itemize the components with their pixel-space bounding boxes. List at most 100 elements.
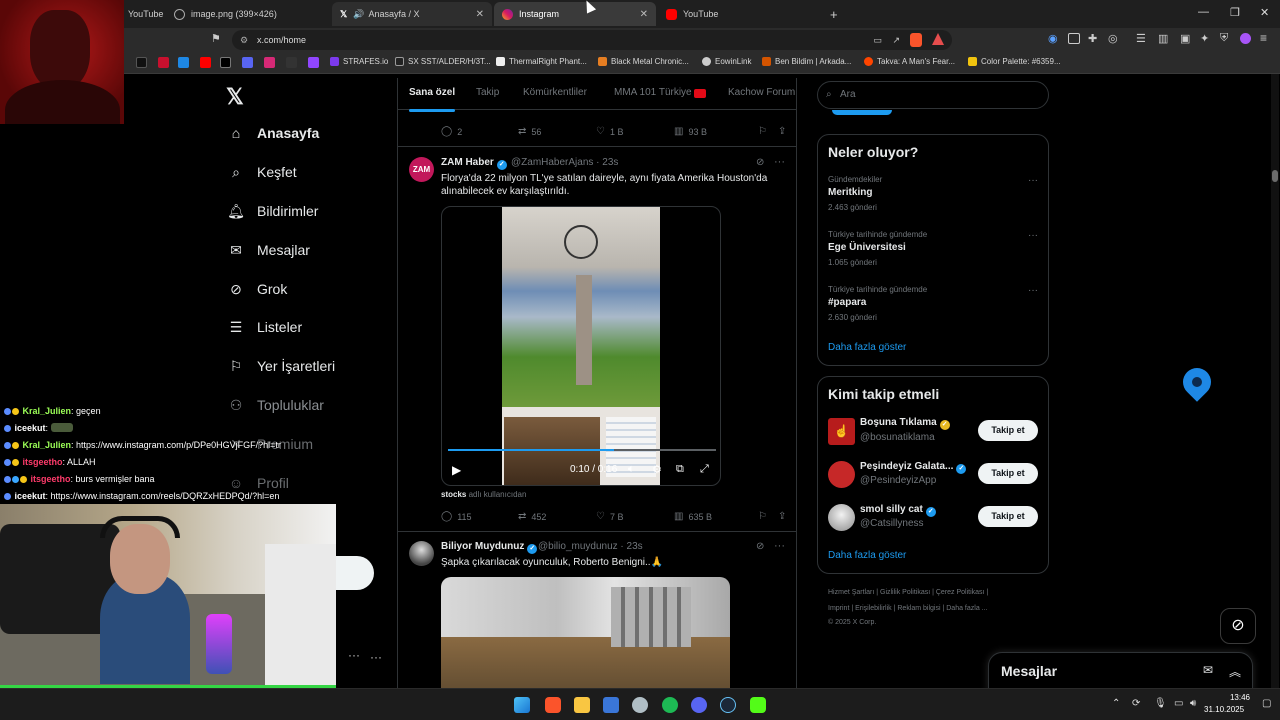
instagram-icon[interactable]	[264, 57, 275, 68]
page-scrollbar[interactable]	[1271, 74, 1279, 688]
bookmark-item[interactable]: SX SST/ALDER/H/3T...	[395, 57, 491, 66]
tab-youtube-1[interactable]: YouTube	[120, 2, 163, 26]
minimize-icon[interactable]: —	[1198, 6, 1209, 18]
bookmark-item[interactable]: Black Metal Chronic...	[598, 57, 689, 66]
tweet-author[interactable]: ZAM Haber ✓	[441, 157, 510, 170]
app-icon[interactable]	[632, 697, 648, 713]
nav-notifications[interactable]: 🔔︎ Bildirimler	[227, 203, 318, 220]
share-button[interactable]: ⇪	[778, 126, 791, 137]
audio-playing-icon[interactable]: ◉	[1048, 32, 1058, 45]
retweet-button[interactable]: ⇄ 56	[518, 126, 596, 137]
tab-list[interactable]: Kachow Forum	[728, 87, 795, 98]
share-icon[interactable]: ↗	[892, 30, 900, 50]
tab-list[interactable]: MMA 101 Türkiye	[614, 87, 692, 98]
close-tab-icon[interactable]: ✕	[640, 9, 648, 20]
windows-start-icon[interactable]	[514, 697, 530, 713]
settings-icon[interactable]: ⚙	[652, 463, 662, 476]
maximize-icon[interactable]: ❐	[1230, 6, 1240, 19]
nav-messages[interactable]: ✉ Mesajlar	[228, 242, 310, 259]
tweet-more-icon[interactable]: ···	[774, 540, 785, 552]
follow-name[interactable]: Peşindeyiz Galata... ✓	[860, 461, 969, 474]
x-logo-icon[interactable]	[220, 57, 231, 68]
wallet-icon[interactable]: ▣	[1180, 32, 1190, 45]
bookmark-favicon[interactable]	[286, 57, 297, 68]
bookmark-item[interactable]: Ben Bildim | Arkada...	[762, 57, 851, 66]
views-button[interactable]: ▥ 93 B	[674, 126, 758, 137]
messages-drawer[interactable]: Mesajlar ✉ ︽	[988, 652, 1253, 692]
follow-button[interactable]: Takip et	[978, 463, 1038, 484]
close-window-icon[interactable]: ✕	[1260, 6, 1269, 19]
bookmark-favicon[interactable]	[178, 57, 189, 68]
tab-instagram[interactable]: Instagram ✕	[494, 2, 656, 26]
tiktok-icon[interactable]	[136, 57, 147, 68]
trend-more-icon[interactable]: ···	[1028, 175, 1038, 186]
kick-icon[interactable]	[750, 697, 766, 713]
retweet-button[interactable]: ⇄ 452	[518, 511, 596, 522]
leo-ai-icon[interactable]: ✦	[1200, 32, 1209, 45]
brave-rewards-icon[interactable]	[932, 33, 944, 45]
bookmark-tweet-button[interactable]: ⚐	[758, 126, 778, 137]
tab-image[interactable]: image.png (399×426)	[166, 2, 332, 26]
tweet-more-icon[interactable]: ···	[774, 156, 785, 168]
nav-lists[interactable]: ☰ Listeler	[228, 319, 302, 336]
bookmark-item[interactable]: STRAFES.io	[330, 57, 388, 66]
trends-show-more-link[interactable]: Daha fazla göster	[828, 342, 906, 353]
premium-cta-button[interactable]	[832, 110, 892, 115]
tab-x-home[interactable]: 𝕏 🔊 Anasayfa / X ✕	[332, 2, 492, 26]
brave-browser-icon[interactable]	[545, 697, 561, 713]
bookmark-page-icon[interactable]: ⚑	[211, 32, 221, 45]
reading-list-icon[interactable]: ☰	[1136, 32, 1146, 45]
trend-name[interactable]: Meritking	[828, 187, 872, 198]
avatar[interactable]	[828, 504, 855, 531]
camera-icon[interactable]: ◎	[1108, 32, 1118, 45]
tweet-handle[interactable]: @bilio_muydunuz · 23s	[538, 541, 643, 552]
tab-list[interactable]: Kömürkentliler	[523, 87, 587, 98]
volume-tray-icon[interactable]: 🔊︎	[1190, 698, 1196, 709]
bookmark-item[interactable]: Color Palette: #6359...	[968, 57, 1061, 66]
file-explorer-icon[interactable]	[574, 697, 590, 713]
nav-explore[interactable]: ⌕ Keşfet	[228, 164, 297, 181]
twitch-icon[interactable]	[308, 57, 319, 68]
avatar[interactable]: ☝	[828, 418, 855, 445]
tab-following[interactable]: Takip	[476, 87, 499, 98]
trend-more-icon[interactable]: ···	[1028, 285, 1038, 296]
share-button[interactable]: ⇪	[778, 511, 791, 522]
puzzle-icon[interactable]: ✚	[1088, 32, 1097, 45]
volume-icon[interactable]: 🔈︎	[628, 463, 635, 476]
views-button[interactable]: ▥ 635 B	[674, 511, 758, 522]
like-button[interactable]: ♡ 7 B	[596, 511, 674, 522]
bookmark-favicon[interactable]	[158, 57, 169, 68]
video-progress-track[interactable]	[448, 449, 716, 451]
network-icon[interactable]: ▭	[1174, 698, 1183, 709]
mic-tray-icon[interactable]: 🎙︎	[1154, 698, 1167, 709]
clock-time[interactable]: 13:46	[1212, 693, 1250, 702]
footer-links[interactable]: Hizmet Şartları | Gizlilik Politikası | …	[828, 589, 988, 596]
new-tab-button[interactable]: +	[822, 2, 842, 26]
sync-icon[interactable]: ⟳	[1132, 698, 1140, 709]
follow-button[interactable]: Takip et	[978, 506, 1038, 527]
follow-button[interactable]: Takip et	[978, 420, 1038, 441]
grok-floating-button[interactable]: ⊘	[1220, 608, 1256, 644]
trend-name[interactable]: #papara	[828, 297, 866, 308]
avatar[interactable]: ZAM	[409, 157, 434, 182]
tray-expand-icon[interactable]: ⌃	[1112, 698, 1120, 709]
new-message-icon[interactable]: ✉	[1203, 663, 1213, 677]
trend-name[interactable]: Ege Üniversitesi	[828, 242, 906, 253]
tweet-handle[interactable]: @ZamHaberAjans · 23s	[511, 157, 618, 168]
bookmark-tweet-button[interactable]: ⚐	[758, 511, 778, 522]
nav-home[interactable]: ⌂ Anasayfa	[228, 125, 320, 141]
footer-links[interactable]: Imprint | Erişilebilirlik | Reklam bilgi…	[828, 605, 988, 612]
play-icon[interactable]: ▶	[452, 463, 461, 477]
nav-communities[interactable]: ⚇ Topluluklar	[228, 397, 324, 414]
tab-for-you[interactable]: Sana özel	[409, 87, 456, 112]
site-info-icon[interactable]: ⚙	[240, 30, 248, 50]
bookmark-item[interactable]: EowinLink	[702, 57, 751, 66]
bookmark-item[interactable]: ThermalRight Phant...	[496, 57, 587, 66]
url-field[interactable]: ⚙ x.com/home ▭ ↗	[232, 30, 952, 50]
vpn-icon[interactable]: ⛨	[1220, 32, 1228, 45]
avatar[interactable]	[409, 541, 434, 566]
nav-bookmarks[interactable]: ⚐ Yer İşaretleri	[228, 358, 335, 375]
clock-date[interactable]: 31.10.2025	[1204, 705, 1244, 714]
menu-icon[interactable]: ≡	[1260, 31, 1267, 45]
close-tab-icon[interactable]: ✕	[476, 9, 484, 20]
